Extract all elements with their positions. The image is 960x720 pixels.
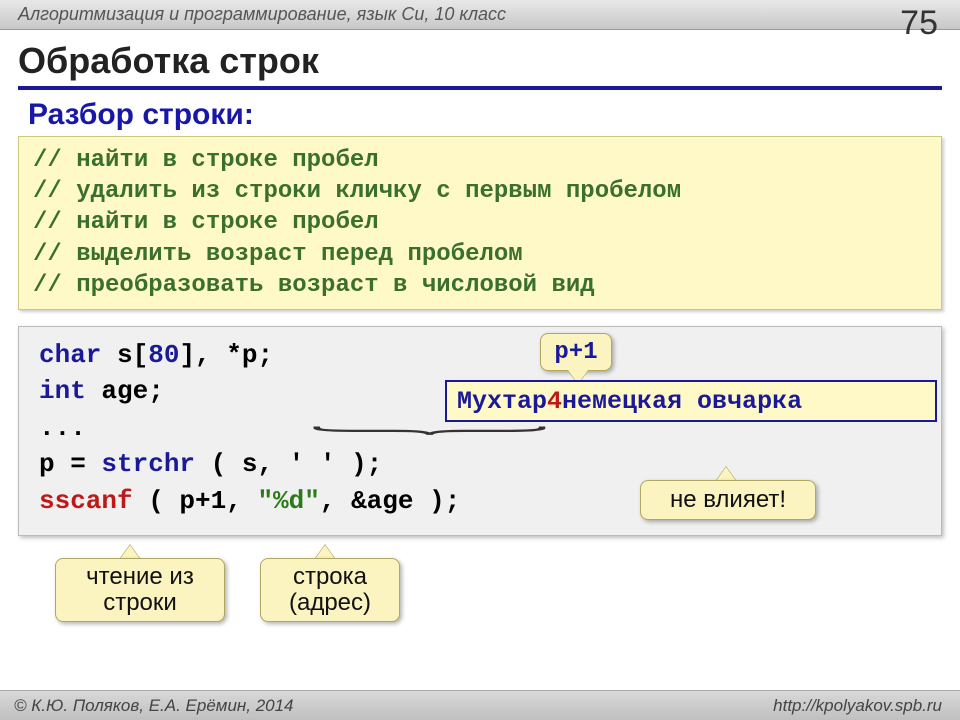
comment-line: // найти в строке пробел: [33, 145, 927, 176]
keyword-int: int: [39, 376, 86, 406]
code-text: p =: [39, 449, 101, 479]
fn-sscanf: sscanf: [39, 486, 133, 516]
page-number: 75: [900, 4, 938, 43]
callout-read-from-string: чтение из строки: [55, 558, 225, 622]
code-text: age;: [86, 376, 164, 406]
callout-line: строка: [293, 564, 367, 590]
comment-line: // найти в строке пробел: [33, 207, 927, 238]
callout-tail: [120, 545, 140, 559]
comments-box: // найти в строке пробел // удалить из с…: [18, 136, 942, 310]
code-text: s[: [101, 340, 148, 370]
keyword-char: char: [39, 340, 101, 370]
code-line: char s[80], *p;: [39, 337, 921, 373]
brace-icon: }: [281, 424, 610, 437]
callout-p-plus-one: p+1: [540, 333, 612, 371]
format-string: "%d": [257, 486, 319, 516]
section-subtitle: Разбор строки:: [28, 98, 254, 132]
footer-url: http://kpolyakov.spb.ru: [773, 696, 942, 716]
footer-copyright: © К.Ю. Поляков, Е.А. Ерёмин, 2014: [14, 696, 294, 716]
fn-strchr: strchr: [101, 449, 195, 479]
example-rest: немецкая овчарка: [562, 387, 802, 416]
number-literal: 80: [148, 340, 179, 370]
example-string-frame: Мухтар 4 немецкая овчарка: [445, 380, 937, 422]
comment-line: // выделить возраст перед пробелом: [33, 239, 927, 270]
breadcrumb: Алгоритмизация и программирование, язык …: [0, 0, 960, 25]
code-text: ], *p;: [179, 340, 273, 370]
page-title: Обработка строк: [18, 40, 319, 82]
callout-tail: [315, 545, 335, 559]
code-line: p = strchr ( s, ' ' );: [39, 446, 921, 482]
comment-line: // преобразовать возраст в числовой вид: [33, 270, 927, 301]
callout-line: строки: [103, 590, 177, 616]
comment-line: // удалить из строки кличку с первым про…: [33, 176, 927, 207]
code-text: , &age );: [320, 486, 460, 516]
footer-bar: © К.Ю. Поляков, Е.А. Ерёмин, 2014 http:/…: [0, 690, 960, 720]
example-age: 4: [547, 387, 562, 416]
callout-tail: [716, 467, 736, 481]
code-text: ( p+1,: [133, 486, 258, 516]
callout-line: чтение из: [86, 564, 194, 590]
callout-not-affect: не влияет!: [640, 480, 816, 520]
title-underline: [18, 86, 942, 90]
header-bar: Алгоритмизация и программирование, язык …: [0, 0, 960, 30]
callout-line: (адрес): [289, 590, 371, 616]
example-name: Мухтар: [457, 387, 547, 416]
code-text: ...: [39, 413, 86, 443]
callout-string-address: строка (адрес): [260, 558, 400, 622]
code-text: ( s, ' ' );: [195, 449, 382, 479]
